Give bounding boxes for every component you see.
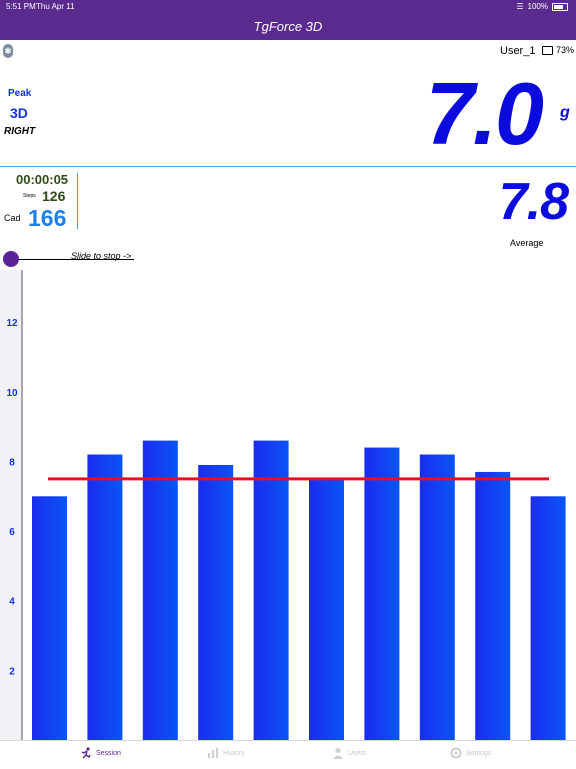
tab-bar: Session History Users Settings [0, 740, 576, 769]
peak-axis: 3D [10, 105, 28, 121]
tab-users[interactable]: Users [332, 747, 366, 759]
average-label: Average [510, 238, 544, 248]
bar-7 [364, 447, 400, 740]
device-battery-text: 73% [556, 45, 575, 55]
bar-5 [253, 440, 289, 740]
cadence-value: 166 [28, 205, 67, 231]
y-tick-label: 10 [6, 388, 18, 399]
tab-users-label: Users [348, 749, 367, 757]
bar-6 [309, 478, 344, 740]
status-bar: 5:51 PM Thu Apr 11 ☰ 100% [0, 0, 576, 13]
peak-side: RIGHT [4, 126, 36, 137]
y-tick-label: 2 [9, 666, 15, 677]
bar-3 [142, 440, 178, 740]
chart-icon [208, 748, 218, 758]
battery-icon [552, 2, 568, 11]
tab-settings[interactable]: Settings [450, 747, 491, 759]
section-divider [0, 166, 576, 167]
y-tick-label: 8 [9, 457, 15, 468]
steps-value: 126 [42, 188, 66, 204]
stop-slider-thumb[interactable] [3, 251, 19, 267]
device-battery: 73% [542, 45, 574, 55]
gear-icon [450, 747, 462, 759]
tab-settings-label: Settings [466, 749, 492, 757]
peak-value: 7.0 [425, 64, 544, 163]
average-value: 7.8 [498, 173, 569, 231]
bar-8 [419, 454, 455, 740]
g-force-bar-chart: 2 4 6 8 10 12 [0, 270, 566, 740]
status-battery-text: 100% [527, 2, 548, 11]
app-title: TgForce 3D [253, 19, 323, 34]
person-icon [333, 748, 343, 759]
tab-history[interactable]: History [207, 747, 245, 759]
tab-session-label: Session [96, 749, 121, 757]
y-tick-label: 6 [9, 527, 15, 538]
steps-label: Steps [23, 193, 36, 199]
y-tick-label: 12 [6, 318, 18, 329]
bar-2 [87, 454, 123, 740]
elapsed-time: 00:00:05 [16, 172, 69, 187]
peak-unit: g [560, 104, 570, 121]
stats-divider [77, 173, 78, 229]
bar-10 [530, 496, 566, 740]
tab-history-label: History [223, 749, 245, 757]
status-right: ☰ 100% [516, 2, 568, 11]
stop-slider-text: Slide to stop -> [71, 251, 132, 261]
bar-4 [198, 464, 234, 740]
runner-icon [81, 747, 91, 759]
tab-session[interactable]: Session [80, 747, 121, 759]
bar-9 [475, 471, 511, 740]
wifi-icon: ☰ [516, 2, 524, 11]
device-battery-icon [542, 45, 553, 55]
status-date: Thu Apr 11 [36, 2, 75, 11]
bluetooth-icon[interactable]: ✱ [3, 44, 13, 58]
navigation-bar: TgForce 3D [0, 13, 576, 40]
bar-1 [32, 496, 67, 740]
y-tick-label: 4 [9, 597, 15, 608]
status-time: 5:51 PM [6, 2, 36, 11]
cadence-label: Cad [4, 213, 21, 223]
user-name[interactable]: User_1 [500, 45, 535, 57]
peak-label: Peak [8, 88, 32, 99]
